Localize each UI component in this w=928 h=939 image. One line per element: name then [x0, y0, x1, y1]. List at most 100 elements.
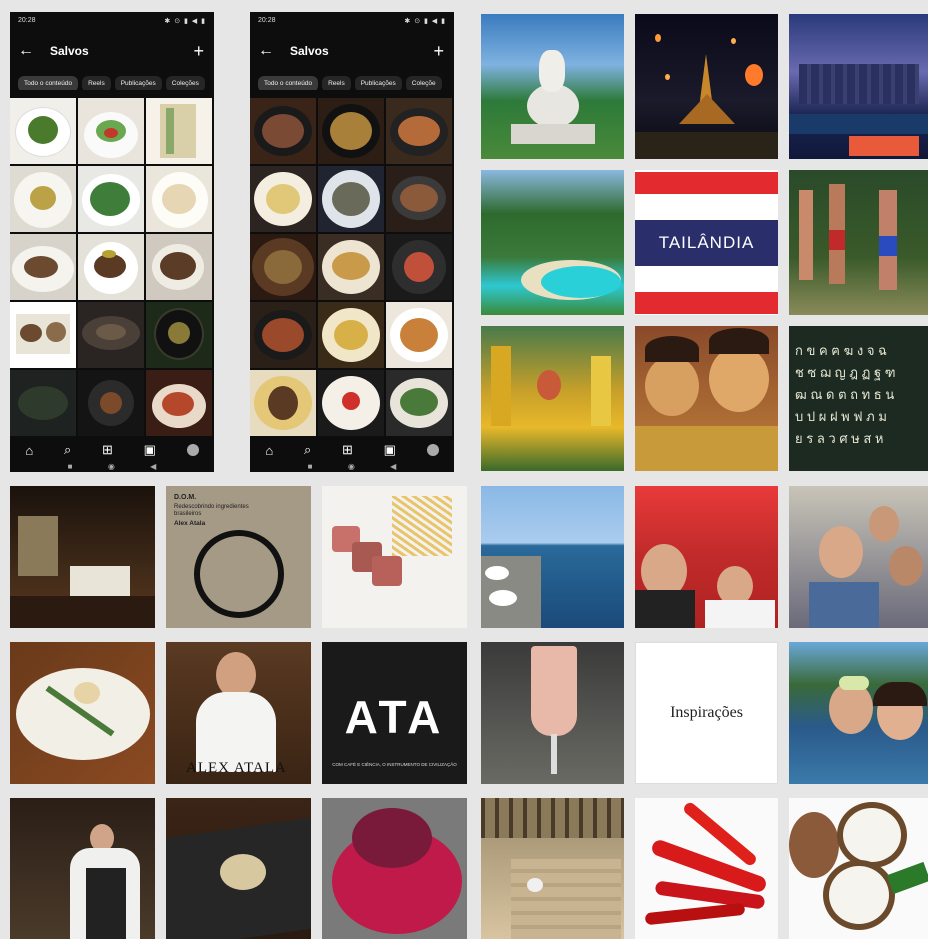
- page-title: Salvos: [50, 44, 89, 58]
- group-selfie-photo: [789, 486, 928, 628]
- search-icon[interactable]: ⌕: [64, 442, 71, 458]
- saved-post[interactable]: [250, 302, 316, 368]
- inspiracoes-card: Inspirações: [635, 642, 778, 784]
- home-icon[interactable]: ⌂: [265, 443, 273, 458]
- temple-lanterns-photo: [635, 14, 778, 159]
- chip-reels[interactable]: Reels: [322, 76, 351, 90]
- chip-posts[interactable]: Publicações: [354, 76, 402, 90]
- couple-beach-selfie-photo: [789, 642, 928, 784]
- poster-title: ALEX ATALA: [186, 760, 287, 776]
- bangkok-skyline-photo: [789, 14, 928, 159]
- saved-post[interactable]: [78, 234, 144, 300]
- saved-post[interactable]: [386, 370, 452, 436]
- circle-icon[interactable]: ◉: [348, 462, 355, 471]
- buddha-statue-photo: [481, 14, 624, 159]
- saved-post[interactable]: [78, 98, 144, 164]
- system-navigation: ■ ◉ ◀: [250, 460, 454, 472]
- saved-post[interactable]: [250, 98, 316, 164]
- home-icon[interactable]: ⌂: [25, 443, 33, 458]
- plus-icon[interactable]: +: [433, 40, 444, 62]
- saved-post[interactable]: [146, 370, 212, 436]
- saved-header: ← Salvos +: [10, 40, 214, 62]
- chip-collections[interactable]: Coleçõe: [405, 76, 442, 90]
- saved-post[interactable]: [318, 302, 384, 368]
- saved-post[interactable]: [318, 166, 384, 232]
- saved-post[interactable]: [78, 166, 144, 232]
- thai-letters-row: บ ป ผ ฝ พ ฟ ภ ม: [795, 409, 887, 424]
- book-title: D.O.M.: [174, 494, 197, 501]
- saved-post[interactable]: [386, 234, 452, 300]
- saved-post[interactable]: [78, 370, 144, 436]
- saved-posts-grid: [10, 98, 214, 438]
- chip-posts[interactable]: Publicações: [114, 76, 162, 90]
- chip-all-content[interactable]: Todo o conteúdo: [18, 76, 79, 90]
- saved-post[interactable]: [250, 166, 316, 232]
- saved-post[interactable]: [146, 98, 212, 164]
- square-icon[interactable]: ■: [308, 462, 313, 471]
- thailand-banner-text: TAILÂNDIA: [658, 233, 755, 252]
- ata-logo-poster: ATA COM CAFÉ E CIÊNCIA, O INSTRUMENTO DE…: [322, 642, 467, 784]
- saved-post[interactable]: [386, 166, 452, 232]
- book-subtitle: Redescobrindo ingredientes brasileiros: [174, 504, 249, 517]
- plated-dessert-photo: [10, 642, 155, 784]
- square-icon[interactable]: ■: [68, 462, 73, 471]
- saved-post[interactable]: [10, 166, 76, 232]
- ata-logo-text: ATA: [344, 691, 445, 743]
- search-icon[interactable]: ⌕: [304, 442, 311, 458]
- saved-post[interactable]: [146, 234, 212, 300]
- profile-avatar[interactable]: [186, 444, 199, 456]
- thai-letters-row: ช ซ ฌ ญ ฎ ฏ ฐ ฑ: [795, 365, 896, 380]
- saved-post[interactable]: [10, 98, 76, 164]
- ata-caption: COM CAFÉ E CIÊNCIA, O INSTRUMENTO DE CIV…: [332, 762, 457, 767]
- add-post-icon[interactable]: ⊞: [342, 442, 353, 458]
- triangle-back-icon[interactable]: ◀: [390, 462, 396, 471]
- profile-avatar[interactable]: [426, 444, 439, 456]
- saved-post[interactable]: [250, 370, 316, 436]
- saved-post[interactable]: [146, 166, 212, 232]
- chip-collections[interactable]: Coleções: [165, 76, 205, 90]
- arrow-left-icon[interactable]: ←: [18, 40, 34, 62]
- dog-on-stairs-photo: [481, 798, 624, 939]
- triangle-back-icon[interactable]: ◀: [150, 462, 156, 471]
- saved-post[interactable]: [318, 234, 384, 300]
- island-beach-photo: [481, 170, 624, 315]
- chef-alex-atala-poster: ALEX ATALA: [166, 642, 311, 784]
- saved-post[interactable]: [146, 302, 212, 368]
- status-icons: ✱ ⊙ ▮ ◀ ▮: [164, 18, 206, 25]
- saved-post[interactable]: [10, 234, 76, 300]
- dom-book-cover: D.O.M. Redescobrindo ingredientes brasil…: [166, 486, 311, 628]
- plus-icon[interactable]: +: [193, 40, 204, 62]
- thai-dolls-photo: [635, 326, 778, 471]
- reels-icon[interactable]: ▣: [144, 442, 156, 458]
- thai-letters-row: ก ข ค ฅ ฆ ง จ ฉ: [795, 343, 887, 358]
- reels-icon[interactable]: ▣: [384, 442, 396, 458]
- saved-post[interactable]: [10, 370, 76, 436]
- thai-alphabet-board: ก ข ค ฅ ฆ ง จ ฉ ช ซ ฌ ญ ฎ ฏ ฐ ฑ ฒ ณ ด ต …: [789, 326, 928, 471]
- phone-screenshot-saved-1: 20:28 ✱ ⊙ ▮ ◀ ▮ ← Salvos + Todo o conteú…: [10, 12, 214, 472]
- muay-thai-photo: [789, 170, 928, 315]
- restaurant-interior-photo: [10, 486, 155, 628]
- page-title: Salvos: [290, 44, 329, 58]
- small-plate-photo: [166, 798, 311, 939]
- thai-parade-float-photo: [481, 326, 624, 471]
- red-chili-peppers-photo: [635, 798, 778, 939]
- arrow-left-icon[interactable]: ←: [258, 40, 274, 62]
- saved-post[interactable]: [318, 98, 384, 164]
- saved-header: ← Salvos +: [250, 40, 454, 62]
- saved-post[interactable]: [318, 370, 384, 436]
- sparkling-wine-glass-photo: [481, 642, 624, 784]
- saved-post[interactable]: [78, 302, 144, 368]
- status-icons: ✱ ⊙ ▮ ◀ ▮: [404, 18, 446, 25]
- add-post-icon[interactable]: ⊞: [102, 442, 113, 458]
- saved-post[interactable]: [250, 234, 316, 300]
- book-author: Alex Atala: [174, 520, 206, 527]
- saved-posts-grid: [250, 98, 454, 438]
- saved-post[interactable]: [10, 302, 76, 368]
- chip-all-content[interactable]: Todo o conteúdo: [258, 76, 319, 90]
- chip-reels[interactable]: Reels: [82, 76, 111, 90]
- status-time: 20:28: [18, 17, 36, 24]
- saved-post[interactable]: [386, 98, 452, 164]
- saved-post[interactable]: [386, 302, 452, 368]
- bottom-navigation: ⌂ ⌕ ⊞ ▣: [250, 440, 454, 460]
- circle-icon[interactable]: ◉: [108, 462, 115, 471]
